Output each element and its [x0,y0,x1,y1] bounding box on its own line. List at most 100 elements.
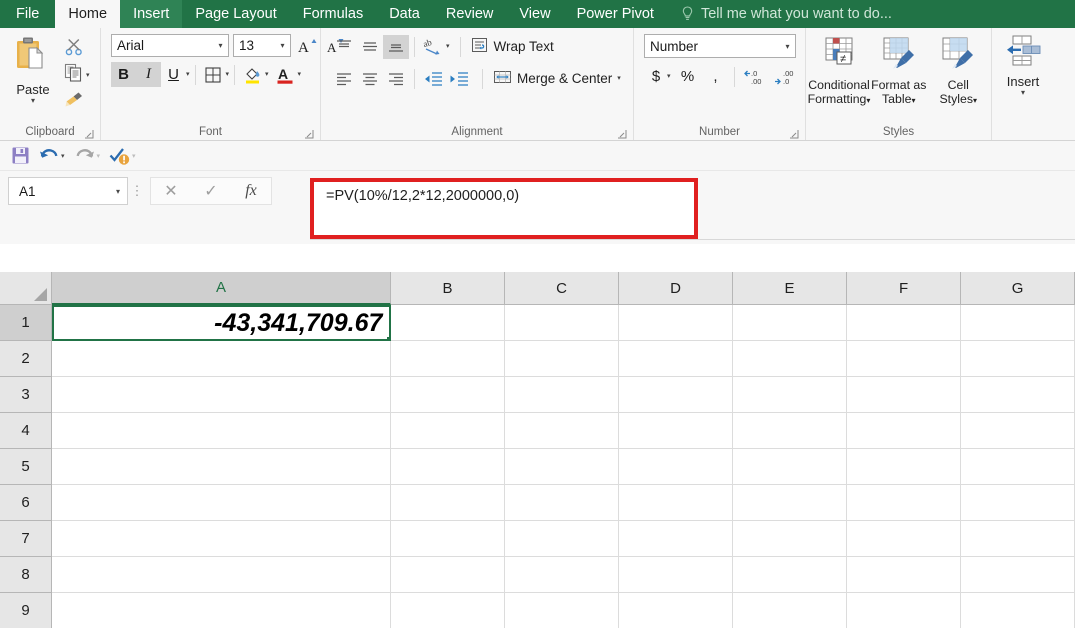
insert-dropdown-caret[interactable]: ▾ [1021,89,1025,97]
cell-styles-caret[interactable]: ▾ [973,96,977,105]
name-box[interactable]: A1 ▾ [8,177,128,205]
cell-a3[interactable] [52,377,392,413]
cell-a2[interactable] [52,341,392,377]
row-header-8[interactable]: 8 [0,557,52,593]
align-bottom-icon[interactable] [383,34,409,59]
chevron-down-icon[interactable]: ▾ [780,42,795,51]
cell-f1[interactable] [847,305,962,341]
cell-c7[interactable] [505,521,620,557]
cell-g6[interactable] [961,485,1075,521]
tab-review[interactable]: Review [433,0,507,28]
cell-a5[interactable] [52,449,392,485]
cell-b8[interactable] [391,557,506,593]
number-format-combo[interactable]: Number ▾ [644,34,796,58]
column-header-f[interactable]: F [847,272,962,305]
format-painter-icon[interactable] [64,90,84,113]
cell-d4[interactable] [619,413,734,449]
chevron-down-icon[interactable]: ▾ [109,187,127,196]
column-header-c[interactable]: C [505,272,620,305]
tab-formulas[interactable]: Formulas [290,0,376,28]
alignment-dialog-launcher[interactable] [617,129,627,139]
spellcheck-warning-icon[interactable] [107,144,133,168]
tell-me-search[interactable]: Tell me what you want to do... [667,0,902,28]
chevron-down-icon[interactable]: ▾ [275,41,290,50]
cancel-icon[interactable]: ✕ [151,178,191,204]
cell-d9[interactable] [619,593,734,628]
format-as-table-caret[interactable]: ▾ [911,96,915,105]
cell-d1[interactable] [619,305,734,341]
redo-dropdown-caret[interactable]: ▾ [97,152,101,160]
increase-indent-icon[interactable] [446,67,472,91]
cell-g7[interactable] [961,521,1075,557]
decrease-decimal-icon[interactable]: .00 .0 [770,64,800,89]
row-header-3[interactable]: 3 [0,377,52,413]
undo-dropdown-caret[interactable]: ▾ [61,152,65,160]
cell-b5[interactable] [391,449,506,485]
underline-dropdown-caret[interactable]: ▾ [186,71,190,78]
cell-g1[interactable] [961,305,1075,341]
number-dialog-launcher[interactable] [789,129,799,139]
paste-button[interactable]: Paste ▾ [5,32,61,105]
cell-e6[interactable] [733,485,848,521]
column-header-d[interactable]: D [619,272,734,305]
comma-format-button[interactable]: , [705,64,727,89]
cell-g3[interactable] [961,377,1075,413]
tab-home[interactable]: Home [55,0,121,28]
cell-g9[interactable] [961,593,1075,628]
cell-a8[interactable] [52,557,392,593]
fill-color-dropdown-caret[interactable]: ▾ [265,71,269,78]
currency-dropdown-caret[interactable]: ▾ [667,73,671,80]
cell-d8[interactable] [619,557,734,593]
cell-e3[interactable] [733,377,848,413]
row-header-7[interactable]: 7 [0,521,52,557]
cell-d3[interactable] [619,377,734,413]
cell-f6[interactable] [847,485,962,521]
align-top-icon[interactable] [331,35,357,59]
insert-cells-button[interactable]: Insert ▾ [997,32,1049,97]
insert-function-icon[interactable]: fx [231,178,271,204]
formula-input-highlight[interactable]: =PV(10%/12,2*12,2000000,0) [310,178,698,239]
merge-center-button[interactable]: Merge & Center ▾ [488,66,626,91]
cell-a6[interactable] [52,485,392,521]
row-header-2[interactable]: 2 [0,341,52,377]
conditional-formatting-button[interactable]: ≠ Conditional Formatting▾ [808,34,870,108]
cell-e1[interactable] [733,305,848,341]
row-header-1[interactable]: 1 [0,305,52,341]
cell-e8[interactable] [733,557,848,593]
cell-a4[interactable] [52,413,392,449]
orientation-dropdown-caret[interactable]: ▾ [446,43,450,50]
font-color-dropdown-caret[interactable]: ▾ [298,71,302,78]
column-header-e[interactable]: E [733,272,848,305]
cell-e9[interactable] [733,593,848,628]
cell-e4[interactable] [733,413,848,449]
column-header-b[interactable]: B [391,272,506,305]
cell-d2[interactable] [619,341,734,377]
save-icon[interactable] [7,144,33,168]
cell-g2[interactable] [961,341,1075,377]
format-as-table-button[interactable]: Format as Table▾ [869,34,929,108]
tab-view[interactable]: View [506,0,563,28]
qat-more-caret[interactable]: ▾ [132,152,136,160]
tab-power-pivot[interactable]: Power Pivot [564,0,667,28]
cell-b4[interactable] [391,413,506,449]
currency-format-button[interactable]: $ [645,64,667,89]
select-all-corner[interactable] [0,272,52,305]
font-size-combo[interactable]: 13 ▾ [233,34,291,57]
undo-icon[interactable] [36,144,62,168]
cell-g5[interactable] [961,449,1075,485]
column-header-g[interactable]: G [961,272,1075,305]
redo-icon[interactable] [72,144,98,168]
cell-b6[interactable] [391,485,506,521]
cell-d5[interactable] [619,449,734,485]
tab-page-layout[interactable]: Page Layout [182,0,289,28]
merge-center-dropdown-caret[interactable]: ▾ [617,75,621,82]
borders-dropdown-caret[interactable]: ▾ [226,71,230,78]
row-header-5[interactable]: 5 [0,449,52,485]
wrap-text-button[interactable]: Wrap Text [466,34,559,59]
font-name-combo[interactable]: Arial ▾ [111,34,229,57]
cell-e7[interactable] [733,521,848,557]
cell-c4[interactable] [505,413,620,449]
cell-f2[interactable] [847,341,962,377]
cell-f5[interactable] [847,449,962,485]
fill-color-icon[interactable] [240,62,265,87]
